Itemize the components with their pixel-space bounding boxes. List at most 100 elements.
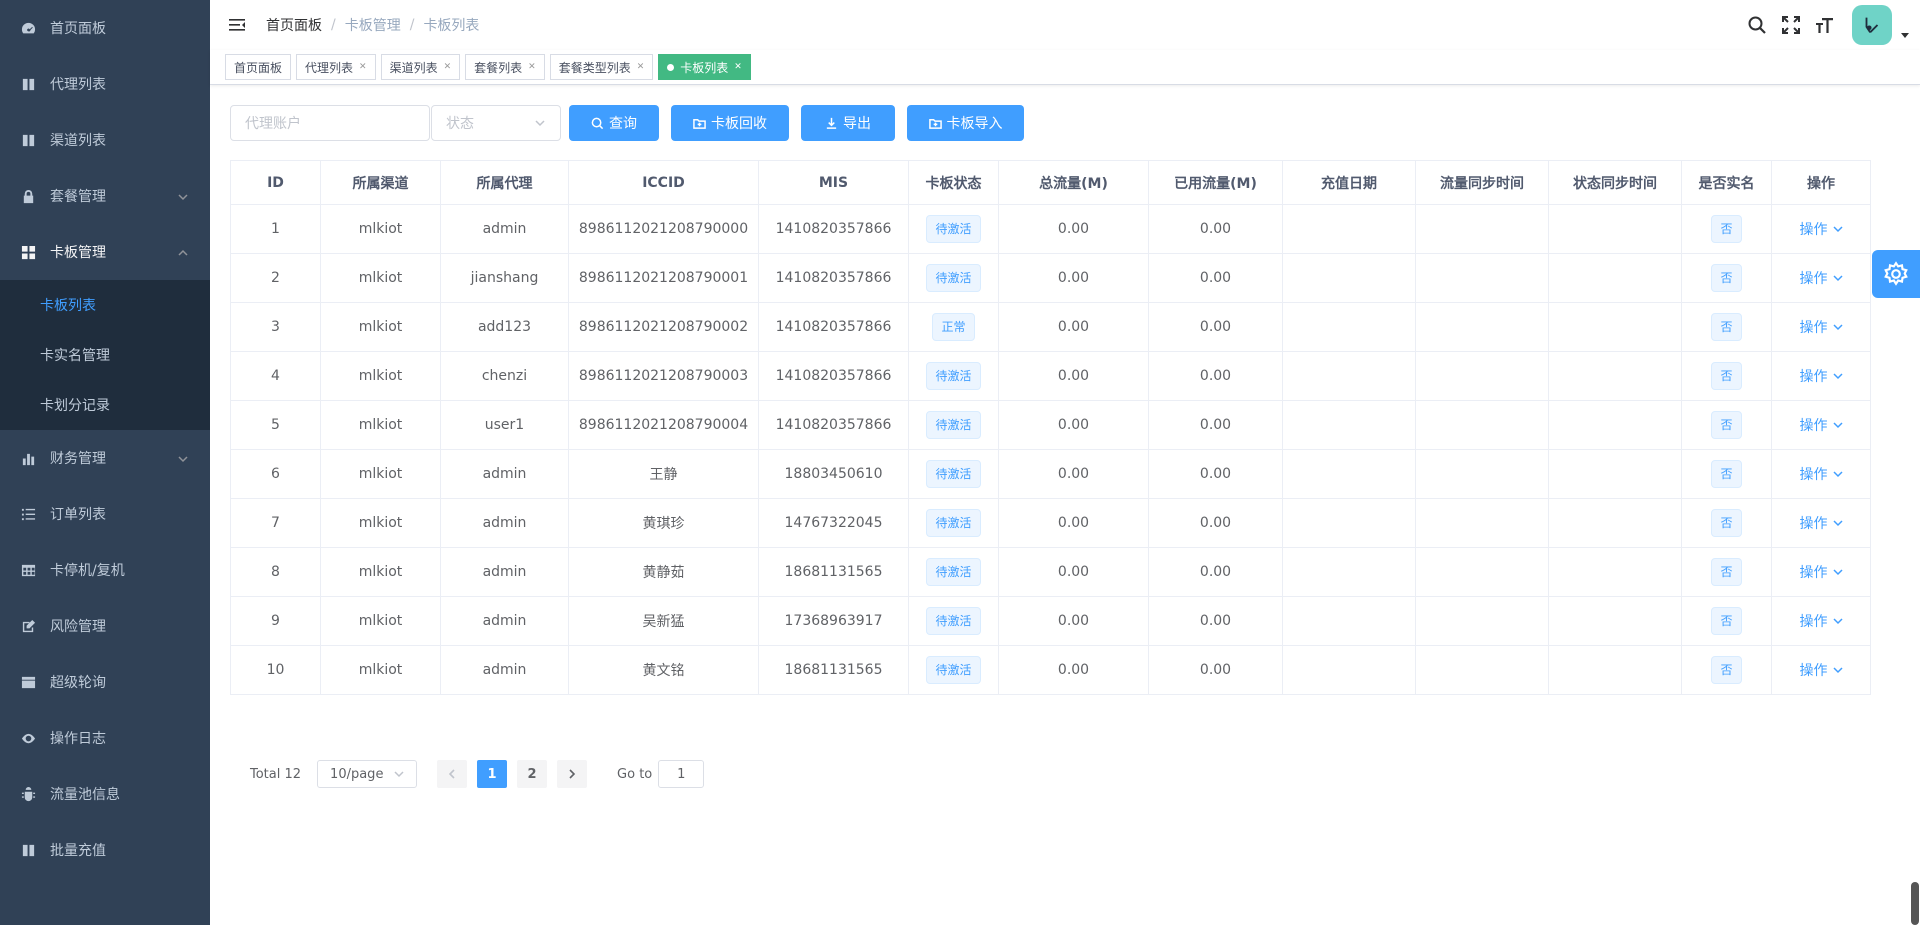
next-page-button[interactable] (557, 760, 588, 788)
caret-down-icon[interactable] (1900, 30, 1910, 40)
column-header: ID (230, 160, 321, 205)
column-header: 是否实名 (1681, 160, 1772, 205)
close-icon[interactable]: ✕ (528, 62, 536, 72)
sidebar: 首页面板 代理列表 渠道列表 套餐管理 卡板管理 卡板列表 卡实名管理 卡划分记… (0, 0, 210, 925)
row-actions-dropdown[interactable]: 操作 (1800, 219, 1843, 239)
hamburger-icon[interactable] (226, 14, 248, 36)
download-icon (826, 117, 837, 129)
tag-channels[interactable]: 渠道列表 ✕ (380, 54, 461, 80)
table-row: 1 mlkiot admin 8986112021208790000 141082035… (230, 204, 1871, 254)
sidebar-item-orders[interactable]: 订单列表 (0, 486, 210, 542)
import-button[interactable]: 卡板导入 (907, 105, 1024, 141)
close-icon[interactable]: ✕ (637, 62, 645, 72)
tag-dashboard[interactable]: 首页面板 (225, 54, 292, 80)
table-cell: 8 (230, 547, 321, 597)
table-cell: 1410820357866 (758, 351, 909, 401)
fullscreen-icon[interactable] (1780, 14, 1802, 36)
table-cell: 吴新猛 (568, 596, 759, 646)
breadcrumb-item[interactable]: 首页面板 (266, 15, 322, 35)
column-header: 所属渠道 (320, 160, 441, 205)
page-size-select[interactable]: 10/page (317, 760, 418, 788)
row-actions-label: 操作 (1799, 614, 1828, 630)
status-badge: 待激活 (926, 460, 981, 488)
sidebar-item-agents[interactable]: 代理列表 (0, 56, 210, 112)
sidebar-subitem-card-list[interactable]: 卡板列表 (0, 280, 210, 330)
search-icon[interactable] (1746, 14, 1768, 36)
page-button-2[interactable]: 2 (517, 760, 548, 788)
sidebar-item-cards[interactable]: 卡板管理 (0, 224, 210, 280)
row-actions-dropdown[interactable]: 操作 (1800, 268, 1843, 288)
avatar[interactable] (1852, 5, 1892, 45)
column-header: ICCID (568, 160, 759, 205)
sidebar-item-pool[interactable]: 流量池信息 (0, 766, 210, 822)
card-table: ID 所属渠道 所属代理 ICCID MIS 卡板状态 总流量(M) 已用流量(… (230, 160, 1871, 695)
sidebar-item-label: 卡停机/复机 (50, 563, 125, 579)
scrollbar-thumb[interactable] (1911, 882, 1919, 925)
tag-card-list[interactable]: 卡板列表 ✕ (658, 54, 751, 80)
chevron-down-icon (1832, 569, 1843, 576)
close-icon[interactable]: ✕ (359, 62, 367, 72)
status-badge: 待激活 (926, 411, 981, 439)
dashboard-icon (20, 20, 36, 36)
row-actions-dropdown[interactable]: 操作 (1800, 611, 1843, 631)
table-cell (1282, 204, 1416, 254)
table-cell: 黄文铭 (568, 645, 759, 695)
row-actions-dropdown[interactable]: 操作 (1800, 366, 1843, 386)
tag-package-types[interactable]: 套餐类型列表 ✕ (549, 54, 654, 80)
table-cell (1282, 253, 1416, 303)
sidebar-item-channels[interactable]: 渠道列表 (0, 112, 210, 168)
prev-page-button[interactable] (437, 760, 468, 788)
table-cell: 否 (1681, 498, 1772, 548)
table-cell (1415, 204, 1549, 254)
chevron-up-icon (178, 246, 188, 256)
row-actions-dropdown[interactable]: 操作 (1800, 415, 1843, 435)
tag-packages[interactable]: 套餐列表 ✕ (465, 54, 545, 80)
sidebar-item-logs[interactable]: 操作日志 (0, 710, 210, 766)
row-actions-label: 操作 (1799, 663, 1828, 679)
pagination: Total 12 10/page 1 2 Go to 1 (250, 760, 705, 788)
row-actions-dropdown[interactable]: 操作 (1800, 562, 1843, 582)
table-row: 7 mlkiot admin 黄琪珍 14767322045 待激活 0.00 0.00 否 操作 (230, 498, 1871, 548)
sidebar-item-polling[interactable]: 超级轮询 (0, 654, 210, 710)
column-header: 卡板状态 (908, 160, 999, 205)
row-actions-dropdown[interactable]: 操作 (1800, 464, 1843, 484)
table-cell: 待激活 (908, 596, 999, 646)
lock-icon (20, 188, 36, 204)
sidebar-item-suspend[interactable]: 卡停机/复机 (0, 542, 210, 598)
status-select-placeholder: 状态 (446, 116, 474, 132)
sidebar-item-batch-recharge[interactable]: 批量充值 (0, 822, 210, 878)
table-cell: 0.00 (998, 498, 1149, 548)
close-icon[interactable]: ✕ (444, 62, 452, 72)
settings-button[interactable] (1872, 250, 1920, 298)
chevron-left-icon (448, 769, 455, 779)
sidebar-item-finance[interactable]: 财务管理 (0, 430, 210, 486)
table-cell (1282, 645, 1416, 695)
close-icon[interactable]: ✕ (734, 62, 742, 72)
query-button[interactable]: 查询 (569, 105, 659, 141)
sidebar-item-label: 代理列表 (50, 77, 106, 93)
export-button[interactable]: 导出 (801, 105, 895, 141)
sidebar-item-risk[interactable]: 风险管理 (0, 598, 210, 654)
page-button-1[interactable]: 1 (477, 760, 508, 788)
sidebar-item-label: 批量充值 (50, 843, 106, 859)
status-badge: 待激活 (926, 607, 981, 635)
font-size-icon[interactable] (1814, 14, 1836, 36)
table-cell: 1410820357866 (758, 302, 909, 352)
recycle-button[interactable]: 卡板回收 (671, 105, 789, 141)
agent-account-input[interactable]: 代理账户 (230, 105, 430, 141)
row-actions-dropdown[interactable]: 操作 (1800, 660, 1843, 680)
tag-agents[interactable]: 代理列表 ✕ (296, 54, 376, 80)
sidebar-item-dashboard[interactable]: 首页面板 (0, 0, 210, 56)
goto-page-input[interactable]: 1 (658, 760, 705, 788)
row-actions-dropdown[interactable]: 操作 (1800, 513, 1843, 533)
sidebar-subitem-division-log[interactable]: 卡划分记录 (0, 380, 210, 430)
table-cell: 否 (1681, 449, 1772, 499)
sidebar-item-packages[interactable]: 套餐管理 (0, 168, 210, 224)
sidebar-subitem-realname[interactable]: 卡实名管理 (0, 330, 210, 380)
table-cell: 0.00 (1148, 596, 1283, 646)
table-cell: 操作 (1771, 449, 1871, 499)
row-actions-dropdown[interactable]: 操作 (1800, 317, 1843, 337)
export-button-label: 导出 (843, 116, 871, 132)
status-select[interactable]: 状态 (431, 105, 561, 141)
table-body: 1 mlkiot admin 8986112021208790000 141082035… (230, 204, 1871, 695)
